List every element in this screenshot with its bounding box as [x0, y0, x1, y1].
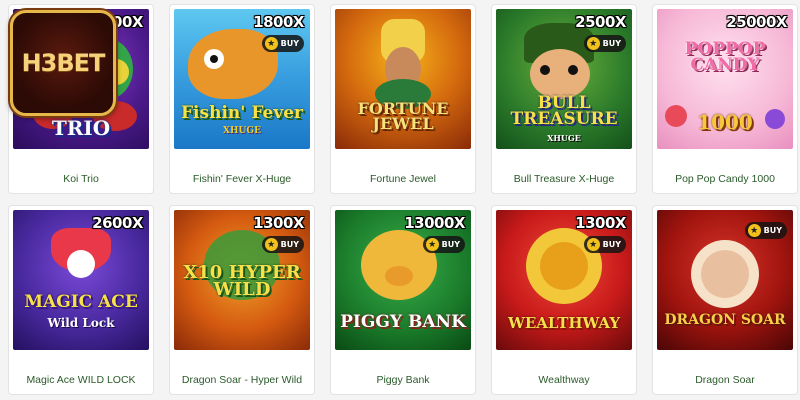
game-name[interactable]: Dragon Soar - Hyper Wild [170, 374, 314, 386]
game-name[interactable]: Fortune Jewel [331, 173, 475, 185]
game-art-title: X10 HYPER WILD [183, 262, 301, 301]
game-name[interactable]: Pop Pop Candy 1000 [653, 173, 797, 185]
buy-feature-badge: ★ BUY [261, 35, 304, 52]
game-art-subtitle: Wild Lock [47, 316, 115, 330]
game-card-bull-treasure[interactable]: BULL TREASURE XHUGE 2500X ★ BUY Bull Tre… [491, 4, 637, 194]
game-art-subtitle: 1000 [697, 110, 753, 134]
game-art-title: WEALTHWAY [507, 314, 621, 332]
game-thumbnail[interactable]: MAGIC ACE Wild Lock 2600X [13, 210, 149, 350]
buy-feature-badge: ★ BUY [583, 35, 626, 52]
game-card-magic-ace[interactable]: MAGIC ACE Wild Lock 2600X Magic Ace WILD… [8, 205, 154, 395]
max-multiplier: 25000X [726, 13, 787, 31]
game-name[interactable]: Koi Trio [9, 173, 153, 185]
star-icon: ★ [264, 37, 278, 50]
star-icon: ★ [747, 224, 761, 237]
game-card-wealthway[interactable]: WEALTHWAY 1300X ★ BUY Wealthway [491, 205, 637, 395]
game-name[interactable]: Wealthway [492, 374, 636, 386]
game-name[interactable]: Bull Treasure X-Huge [492, 173, 636, 185]
game-name[interactable]: Magic Ace WILD LOCK [9, 374, 153, 386]
game-art-title: POPPOP CANDY [684, 39, 766, 76]
game-thumbnail[interactable]: Fishin' Fever XHUGE 1800X ★ BUY [174, 9, 310, 149]
star-icon: ★ [264, 238, 278, 251]
game-art-title: MAGIC ACE [24, 292, 138, 312]
game-art-title: FORTUNE JEWEL [357, 99, 449, 134]
game-card-dragon-soar[interactable]: DRAGON SOAR ★ BUY Dragon Soar [652, 205, 798, 395]
game-art-subtitle: XHUGE [223, 126, 261, 136]
buy-feature-badge: ★ BUY [583, 236, 626, 253]
max-multiplier: 1300X [575, 214, 626, 232]
game-grid: TRIO 1800X Koi Trio Fishin' Fever XHUGE … [0, 0, 800, 400]
game-art-title: DRAGON SOAR [664, 312, 786, 328]
max-multiplier: 1800X [253, 13, 304, 31]
game-card-dragon-soar-hyper-wild[interactable]: X10 HYPER WILD 1300X ★ BUY Dragon Soar -… [169, 205, 315, 395]
game-name[interactable]: Fishin' Fever X-Huge [170, 173, 314, 185]
game-art-subtitle: XHUGE [547, 133, 581, 143]
game-thumbnail[interactable]: WEALTHWAY 1300X ★ BUY [496, 210, 632, 350]
game-name[interactable]: Dragon Soar [653, 374, 797, 386]
game-thumbnail[interactable]: BULL TREASURE XHUGE 2500X ★ BUY [496, 9, 632, 149]
game-thumbnail[interactable]: PIGGY BANK 13000X ★ BUY [335, 210, 471, 350]
game-card-fishin-fever[interactable]: Fishin' Fever XHUGE 1800X ★ BUY Fishin' … [169, 4, 315, 194]
buy-feature-badge: ★ BUY [422, 236, 465, 253]
game-thumbnail[interactable]: POPPOP CANDY 1000 25000X [657, 9, 793, 149]
game-thumbnail[interactable]: DRAGON SOAR ★ BUY [657, 210, 793, 350]
game-card-fortune-jewel[interactable]: FORTUNE JEWEL Fortune Jewel [330, 4, 476, 194]
max-multiplier: 2600X [92, 214, 143, 232]
buy-feature-badge: ★ BUY [744, 222, 787, 239]
game-art-title: BULL TREASURE [510, 93, 618, 130]
buy-feature-badge: ★ BUY [261, 236, 304, 253]
game-art-title: Fishin' Fever [180, 103, 303, 123]
game-thumbnail[interactable]: X10 HYPER WILD 1300X ★ BUY [174, 210, 310, 350]
max-multiplier: 1300X [253, 214, 304, 232]
star-icon: ★ [586, 37, 600, 50]
brand-logo-text: H3BET [21, 49, 106, 77]
game-art-title: PIGGY BANK [340, 312, 466, 332]
max-multiplier: 2500X [575, 13, 626, 31]
game-name[interactable]: Piggy Bank [331, 374, 475, 386]
game-art-title: TRIO [51, 116, 111, 140]
game-thumbnail[interactable]: FORTUNE JEWEL [335, 9, 471, 149]
max-multiplier: 13000X [404, 214, 465, 232]
brand-logo[interactable]: H3BET [10, 10, 116, 116]
game-card-pop-pop-candy[interactable]: POPPOP CANDY 1000 25000X Pop Pop Candy 1… [652, 4, 798, 194]
game-card-piggy-bank[interactable]: PIGGY BANK 13000X ★ BUY Piggy Bank [330, 205, 476, 395]
star-icon: ★ [425, 238, 439, 251]
star-icon: ★ [586, 238, 600, 251]
